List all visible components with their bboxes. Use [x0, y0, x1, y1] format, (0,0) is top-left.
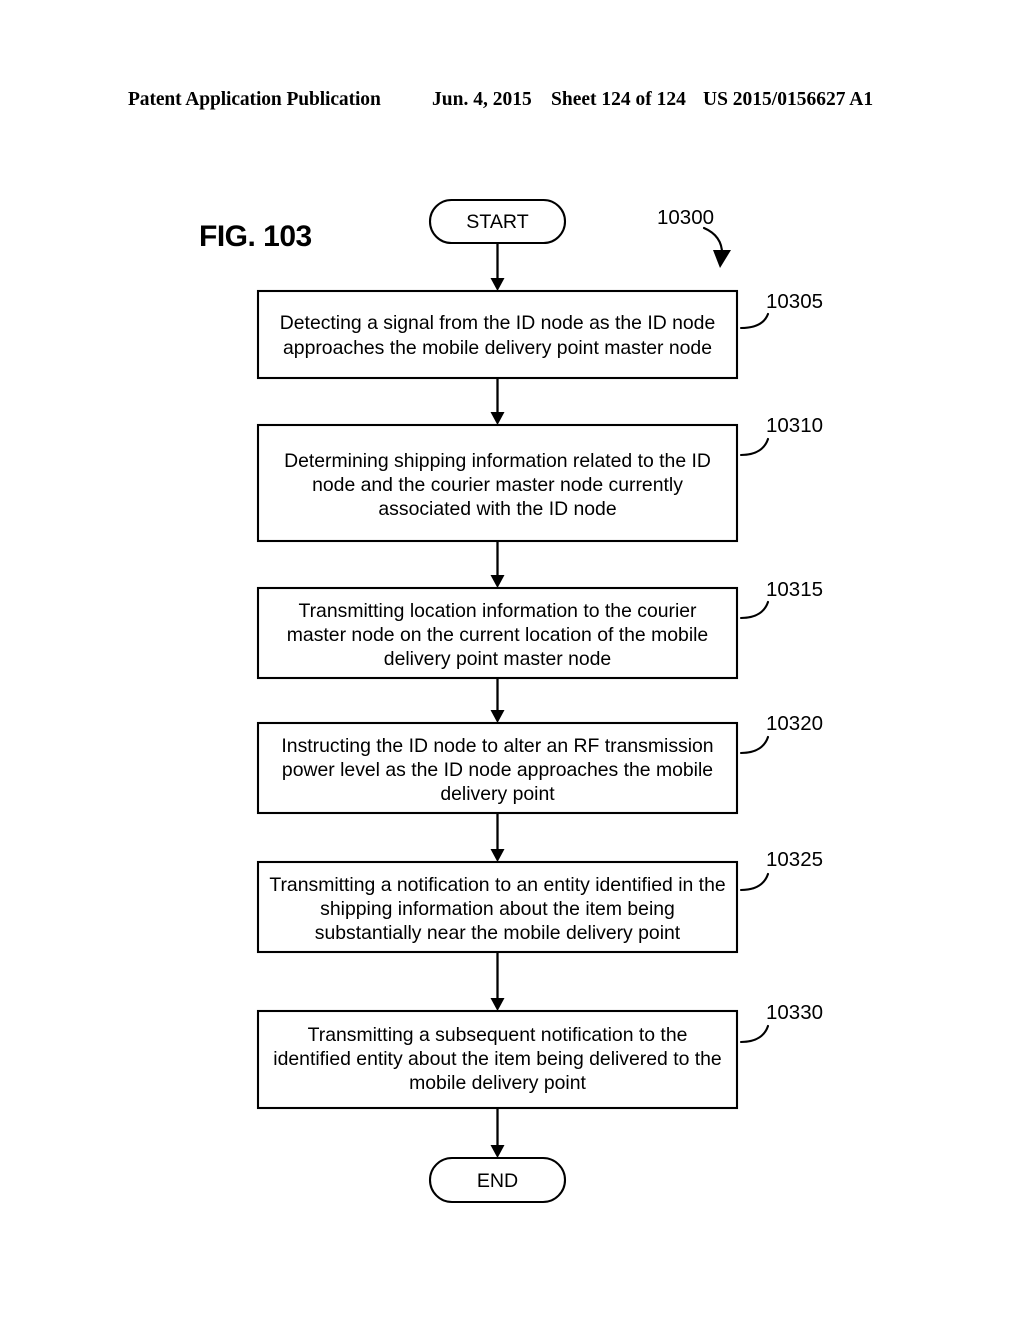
process-step-10305-line-1: Detecting a signal from the ID node as t…: [280, 312, 715, 334]
process-step-10325-line-1: Transmitting a notification to an entity…: [269, 874, 725, 896]
process-step-10315-leader: [739, 600, 770, 620]
diagram-reference-number: 10300: [657, 206, 714, 229]
process-step-10310-leader: [739, 437, 770, 457]
end-terminator: END: [428, 1156, 567, 1204]
process-step-10310-reference: 10310: [766, 414, 823, 437]
process-step-10315-reference: 10315: [766, 578, 823, 601]
process-step-10320-line-3: delivery point: [440, 783, 555, 805]
process-step-10320-reference: 10320: [766, 712, 823, 735]
connector-step3-to-step4: [490, 678, 505, 723]
process-step-10325: Transmitting a notification to an entity…: [256, 848, 823, 954]
process-step-10305-line-2: approaches the mobile delivery point mas…: [283, 337, 712, 359]
connector-step6-to-end: [490, 1108, 505, 1158]
process-step-10310-line-1: Determining shipping information related…: [284, 450, 711, 472]
diagram-reference-callout: 10300: [657, 206, 731, 268]
process-step-10325-reference: 10325: [766, 848, 823, 871]
process-step-10330-line-2: identified entity about the item being d…: [273, 1048, 721, 1070]
diagram-reference-arrowhead: [713, 250, 731, 268]
process-step-10325-line-3: substantially near the mobile delivery p…: [315, 922, 681, 944]
process-step-10305-box: [256, 289, 739, 380]
process-step-10325-line-2: shipping information about the item bein…: [320, 898, 675, 920]
process-step-10310: Determining shipping information related…: [256, 414, 823, 543]
flowchart-diagram: 10300 START Detecting a signal from the …: [256, 198, 823, 1204]
patent-page: Patent Application Publication Jun. 4, 2…: [0, 0, 1024, 1320]
connector-step2-to-step3: [490, 541, 505, 588]
process-step-10305-leader: [739, 312, 770, 330]
process-step-10320: Instructing the ID node to alter an RF t…: [256, 712, 823, 815]
process-step-10330-line-1: Transmitting a subsequent notification t…: [308, 1024, 688, 1046]
process-step-10320-leader: [739, 735, 770, 755]
process-step-10325-leader: [739, 872, 770, 892]
end-terminator-label: END: [477, 1170, 518, 1192]
start-terminator: START: [428, 198, 567, 245]
process-step-10330: Transmitting a subsequent notification t…: [256, 1001, 823, 1110]
process-step-10305-reference: 10305: [766, 290, 823, 313]
process-step-10315-line-3: delivery point master node: [384, 648, 611, 670]
process-step-10330-line-3: mobile delivery point: [409, 1072, 586, 1094]
connector-step5-to-step6: [490, 952, 505, 1011]
process-step-10320-line-1: Instructing the ID node to alter an RF t…: [281, 735, 713, 757]
process-step-10310-line-2: node and the courier master node current…: [312, 474, 683, 496]
process-step-10330-reference: 10330: [766, 1001, 823, 1024]
process-step-10315: Transmitting location information to the…: [256, 578, 823, 680]
connector-step1-to-step2: [490, 378, 505, 425]
process-step-10330-leader: [739, 1024, 770, 1044]
process-step-10320-line-2: power level as the ID node approaches th…: [282, 759, 713, 781]
process-step-10315-line-2: master node on the current location of t…: [287, 624, 708, 646]
process-step-10305: Detecting a signal from the ID node as t…: [256, 289, 823, 380]
start-terminator-label: START: [466, 211, 528, 233]
connector-step4-to-step5: [490, 813, 505, 862]
process-step-10310-line-3: associated with the ID node: [378, 498, 616, 520]
process-step-10315-line-1: Transmitting location information to the…: [298, 600, 697, 622]
connector-start-to-step1: [490, 243, 505, 291]
